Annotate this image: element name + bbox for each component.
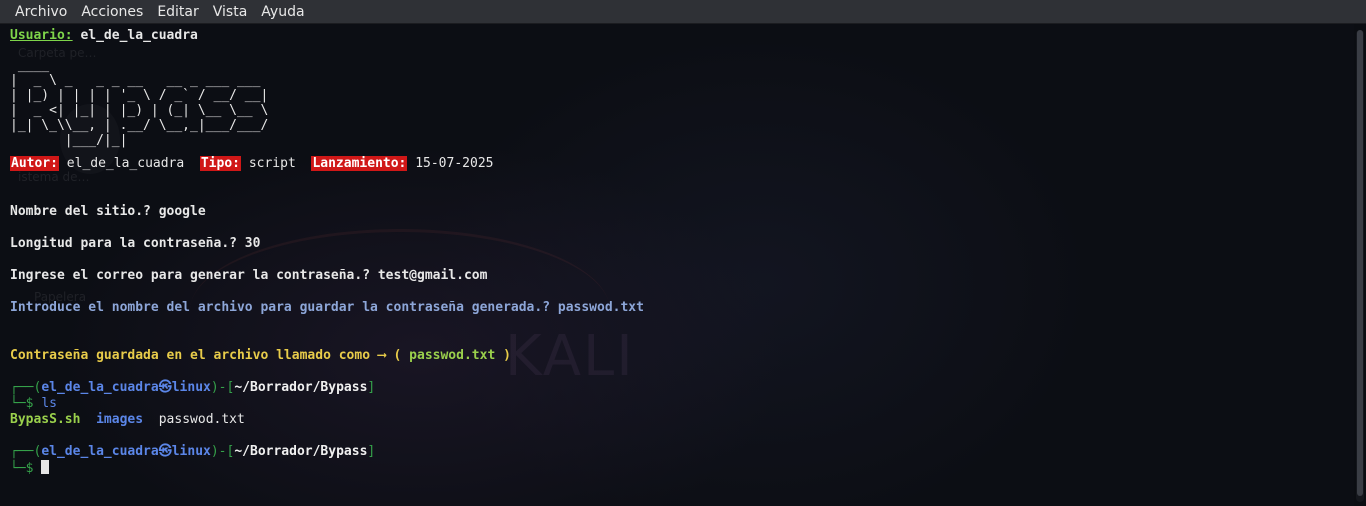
lanzamiento-value: 15-07-2025 [415, 156, 494, 171]
prompt-open: ┌──( [10, 380, 42, 395]
saved-suffix: ) [495, 348, 511, 363]
autor-value: el_de_la_cuadra [66, 156, 185, 171]
user-line: Usuario: el_de_la_cuadra [10, 28, 198, 44]
prompt-user: el_de_la_cuadra㉿linux [41, 444, 211, 459]
prompt-mid: )-[ [210, 380, 235, 395]
prompt-command-1: └─$ ls [10, 396, 57, 412]
prompt-path: ~/Borrador/Bypass [234, 444, 368, 459]
saved-filename: passwod.txt [409, 348, 496, 363]
ls-file-txt: passwod.txt [158, 412, 245, 427]
menu-archivo[interactable]: Archivo [8, 4, 74, 20]
prompt-header-2: ┌──(el_de_la_cuadra㉿linux)-[~/Borrador/B… [10, 444, 375, 460]
vertical-scrollbar[interactable] [1356, 30, 1364, 502]
tipo-label: Tipo: [199, 156, 241, 171]
question-filename: Introduce el nombre del archivo para gua… [10, 300, 644, 315]
ls-output: BypasS.sh images passwod.txt [10, 412, 245, 428]
terminal-output: Usuario: el_de_la_cuadra ____ | _ \ _ _ … [10, 28, 1340, 476]
menu-bar: Archivo Acciones Editar Vista Ayuda [0, 0, 1366, 24]
menu-editar[interactable]: Editar [150, 4, 205, 20]
prompt-close: ] [367, 444, 376, 459]
bypass-ascii-banner: ____ | _ \ _ _ _ __ __ _ ___ ___ | |_) |… [10, 58, 269, 148]
prompt-user: el_de_la_cuadra㉿linux [41, 380, 211, 395]
ls-dir-images: images [96, 412, 144, 427]
user-value: el_de_la_cuadra [80, 28, 198, 43]
prompt-open: ┌──( [10, 444, 42, 459]
command-ls: ls [41, 396, 57, 411]
terminal-area[interactable]: Carpeta pe… istema de… Papelera KALI Usu… [0, 24, 1354, 506]
question-length: Longitud para la contraseña.? 30 [10, 236, 261, 251]
question-email: Ingrese el correo para generar la contra… [10, 268, 488, 283]
prompt-header-1: ┌──(el_de_la_cuadra㉿linux)-[~/Borrador/B… [10, 380, 375, 396]
menu-vista[interactable]: Vista [206, 4, 255, 20]
scrollbar-thumb[interactable] [1357, 30, 1363, 496]
prompt-dollar: └─$ [10, 461, 34, 476]
menu-acciones[interactable]: Acciones [74, 4, 150, 20]
saved-message: Contraseña guardada en el archivo llamad… [10, 348, 511, 364]
autor-label: Autor: [10, 156, 59, 171]
prompt-mid: )-[ [210, 444, 235, 459]
prompt-command-2[interactable]: └─$ [10, 460, 50, 476]
menu-ayuda[interactable]: Ayuda [254, 4, 311, 20]
text-cursor [41, 460, 50, 474]
user-label: Usuario: [10, 28, 73, 43]
prompt-path: ~/Borrador/Bypass [234, 380, 368, 395]
saved-prefix: Contraseña guardada en el archivo llamad… [10, 348, 410, 363]
lanzamiento-label: Lanzamiento: [311, 156, 408, 171]
tipo-value: script [248, 156, 296, 171]
ls-file-script: BypasS.sh [10, 412, 81, 427]
prompt-close: ] [367, 380, 376, 395]
question-site: Nombre del sitio.? google [10, 204, 206, 219]
prompt-dollar: └─$ [10, 396, 34, 411]
info-line: Autor: el_de_la_cuadra Tipo: script Lanz… [10, 156, 493, 172]
